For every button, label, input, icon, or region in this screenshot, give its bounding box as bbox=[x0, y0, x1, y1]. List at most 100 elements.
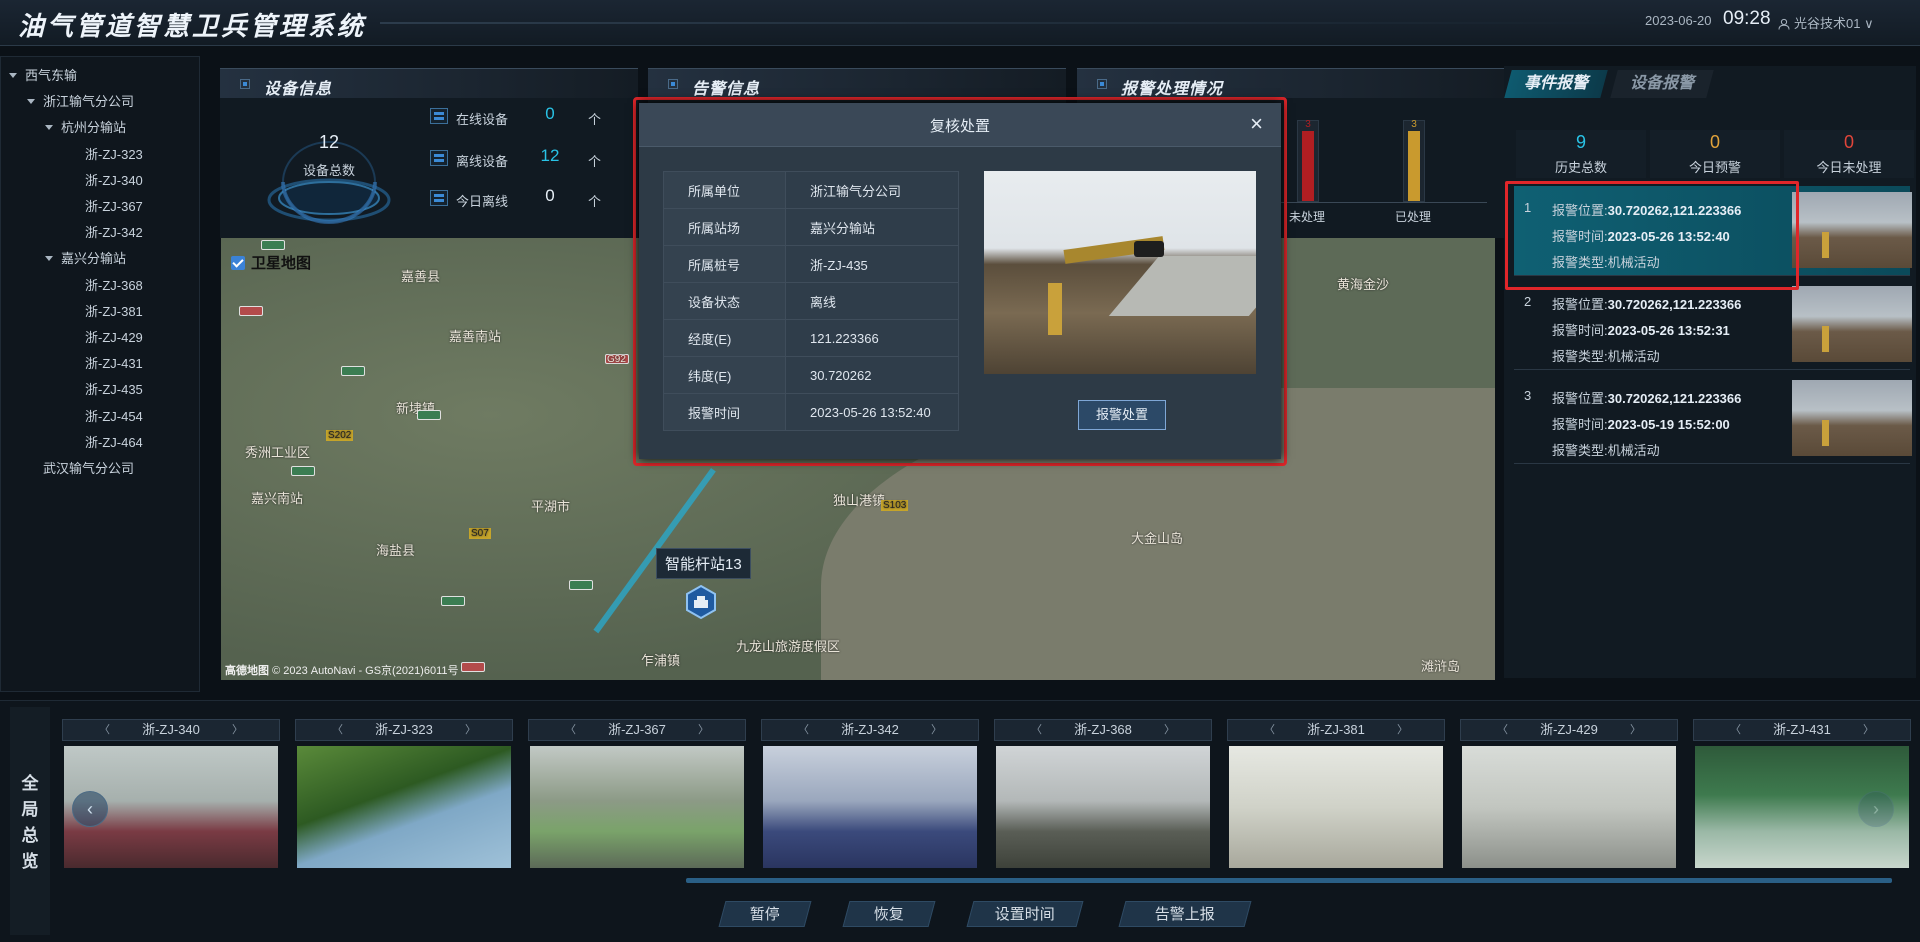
camera-image[interactable] bbox=[1462, 746, 1676, 868]
camera-header: 〈 浙-ZJ-368 〉 bbox=[994, 719, 1212, 741]
map-attribution: 高德地图 © 2023 AutoNavi - GS京(2021)6011号 bbox=[225, 662, 459, 678]
station-popup-label[interactable]: 智能杆站13 bbox=[656, 548, 751, 579]
handle-alarm-button[interactable]: 报警处置 bbox=[1078, 400, 1166, 430]
chevron-right-icon[interactable]: 〉 bbox=[232, 720, 243, 740]
tree-node[interactable]: 浙-ZJ-381 bbox=[85, 301, 143, 320]
camera-image[interactable] bbox=[530, 746, 744, 868]
map-place-label: 海盐县 bbox=[376, 543, 416, 558]
video-overview-strip: 全 局 总 览 〈 浙-ZJ-340 〉 〈 浙-ZJ-323 〉 〈 浙-ZJ-367 〉 〈 浙… bbox=[0, 700, 1920, 942]
caret-down-icon[interactable] bbox=[9, 73, 17, 78]
tree-node[interactable]: 浙-ZJ-454 bbox=[85, 406, 143, 425]
chevron-left-icon[interactable]: 〈 bbox=[798, 720, 809, 740]
alarm-thumbnail[interactable] bbox=[1792, 192, 1912, 268]
alarm-index: 2 bbox=[1524, 294, 1532, 309]
alarm-list-item[interactable]: 3 报警位置:30.720262,121.223366 报警时间:2023-05-1… bbox=[1514, 374, 1912, 464]
alarm-info-header: 告警信息 bbox=[648, 68, 1066, 98]
station-marker-icon[interactable] bbox=[683, 584, 719, 620]
camera-label: 浙-ZJ-429 bbox=[1540, 722, 1598, 737]
chevron-left-icon[interactable]: 〈 bbox=[332, 720, 343, 740]
camera-feed[interactable]: 〈 浙-ZJ-367 〉 bbox=[528, 719, 746, 879]
tree-node[interactable]: 浙-ZJ-367 bbox=[85, 196, 143, 215]
chevron-left-icon[interactable]: 〈 bbox=[1730, 720, 1741, 740]
field-value: 2023-05-19 15:52:00 bbox=[1607, 417, 1730, 432]
camera-image[interactable] bbox=[996, 746, 1210, 868]
tree-node[interactable]: 浙江输气分公司 bbox=[27, 91, 134, 110]
alarm-snapshot-image[interactable] bbox=[984, 171, 1256, 374]
chevron-left-icon[interactable]: ‹ bbox=[72, 791, 108, 827]
tree-node[interactable]: 嘉兴分输站 bbox=[45, 248, 126, 267]
camera-header: 〈 浙-ZJ-342 〉 bbox=[761, 719, 979, 741]
camera-label: 浙-ZJ-381 bbox=[1307, 722, 1365, 737]
chevron-left-icon[interactable]: 〈 bbox=[565, 720, 576, 740]
chevron-left-icon[interactable]: 〈 bbox=[1497, 720, 1508, 740]
road-label: S103 bbox=[881, 500, 909, 511]
tree-node[interactable]: 浙-ZJ-368 bbox=[85, 275, 143, 294]
caret-down-icon[interactable] bbox=[27, 99, 35, 105]
pause-button[interactable]: 暂停 bbox=[718, 901, 812, 927]
tree-node[interactable]: 武汉输气分公司 bbox=[27, 458, 134, 477]
tree-node-label: 浙-ZJ-464 bbox=[85, 434, 143, 450]
camera-feed[interactable]: 〈 浙-ZJ-368 〉 bbox=[994, 719, 1212, 879]
tree-node[interactable]: 杭州分输站 bbox=[45, 117, 126, 136]
road-marker bbox=[461, 662, 485, 672]
chevron-left-icon[interactable]: 〈 bbox=[1264, 720, 1275, 740]
tree-node-label: 浙江输气分公司 bbox=[43, 94, 135, 110]
chevron-left-icon[interactable]: 〈 bbox=[99, 720, 110, 740]
checkbox-icon bbox=[231, 256, 245, 270]
camera-feed[interactable]: 〈 浙-ZJ-323 〉 bbox=[295, 719, 513, 879]
camera-feed[interactable]: 〈 浙-ZJ-381 〉 bbox=[1227, 719, 1445, 879]
report-alarm-button[interactable]: 告警上报 bbox=[1118, 901, 1252, 927]
map-copyright: © 2023 AutoNavi - GS京(2021)6011号 bbox=[272, 665, 459, 677]
close-icon[interactable]: × bbox=[1250, 111, 1263, 137]
chevron-right-icon[interactable]: 〉 bbox=[465, 720, 476, 740]
detail-value: 2023-05-26 13:52:40 bbox=[785, 393, 959, 431]
chevron-right-icon[interactable]: 〉 bbox=[1397, 720, 1408, 740]
chevron-right-icon[interactable]: 〉 bbox=[1164, 720, 1175, 740]
offline-devices-stat: 离线设备 12 个 bbox=[430, 146, 630, 170]
tree-node-label: 浙-ZJ-368 bbox=[85, 277, 143, 293]
chevron-right-icon[interactable]: 〉 bbox=[1863, 720, 1874, 740]
tree-node[interactable]: 浙-ZJ-429 bbox=[85, 327, 143, 346]
tab-event-alarm[interactable]: 事件报警 bbox=[1504, 70, 1608, 98]
chevron-right-icon[interactable]: 〉 bbox=[1630, 720, 1641, 740]
camera-image[interactable] bbox=[763, 746, 977, 868]
tree-node[interactable]: 浙-ZJ-323 bbox=[85, 144, 143, 163]
chevron-left-icon[interactable]: 〈 bbox=[1031, 720, 1042, 740]
road-marker bbox=[441, 596, 465, 606]
tree-node[interactable]: 浙-ZJ-431 bbox=[85, 353, 143, 372]
field-label: 报警位置: bbox=[1552, 297, 1608, 312]
chevron-right-icon[interactable]: 〉 bbox=[698, 720, 709, 740]
chevron-right-icon[interactable]: › bbox=[1858, 791, 1894, 827]
field-value: 2023-05-26 13:52:31 bbox=[1607, 323, 1730, 338]
resume-button[interactable]: 恢复 bbox=[842, 901, 936, 927]
tree-node[interactable]: 浙-ZJ-342 bbox=[85, 222, 143, 241]
tree-node-label: 杭州分输站 bbox=[61, 120, 127, 136]
camera-image[interactable] bbox=[297, 746, 511, 868]
alarm-list-item[interactable]: 2 报警位置:30.720262,121.223366 报警时间:2023-05-2… bbox=[1514, 280, 1912, 370]
satellite-toggle[interactable]: 卫星地图 bbox=[231, 252, 311, 273]
camera-feed[interactable]: 〈 浙-ZJ-342 〉 bbox=[761, 719, 979, 879]
camera-image[interactable] bbox=[1229, 746, 1443, 868]
title-marker-icon bbox=[1097, 79, 1107, 89]
map-place-label: 嘉善南站 bbox=[449, 329, 502, 344]
stat-label: 离线设备 bbox=[456, 154, 509, 169]
caret-down-icon[interactable] bbox=[45, 125, 53, 131]
kpi-value: 9 bbox=[1575, 132, 1586, 152]
tree-node[interactable]: 西气东输 bbox=[9, 65, 77, 84]
alarm-thumbnail[interactable] bbox=[1792, 286, 1912, 362]
user-menu[interactable]: 光谷技术01 ∨ bbox=[1778, 13, 1874, 32]
tab-device-alarm[interactable]: 设备报警 bbox=[1610, 70, 1714, 98]
tree-node[interactable]: 浙-ZJ-464 bbox=[85, 432, 143, 451]
bar-fill bbox=[1408, 131, 1420, 201]
tree-node-label: 浙-ZJ-429 bbox=[85, 330, 143, 345]
camera-scrollbar[interactable] bbox=[686, 878, 1892, 883]
bar-category-label: 已处理 bbox=[1395, 210, 1432, 224]
alarm-thumbnail[interactable] bbox=[1792, 380, 1912, 456]
caret-down-icon[interactable] bbox=[45, 256, 53, 262]
detail-key: 经度(E) bbox=[663, 319, 786, 357]
tree-node[interactable]: 浙-ZJ-340 bbox=[85, 170, 143, 189]
camera-feed[interactable]: 〈 浙-ZJ-429 〉 bbox=[1460, 719, 1678, 879]
chevron-right-icon[interactable]: 〉 bbox=[931, 720, 942, 740]
tree-node[interactable]: 浙-ZJ-435 bbox=[85, 379, 143, 398]
set-time-button[interactable]: 设置时间 bbox=[966, 901, 1084, 927]
